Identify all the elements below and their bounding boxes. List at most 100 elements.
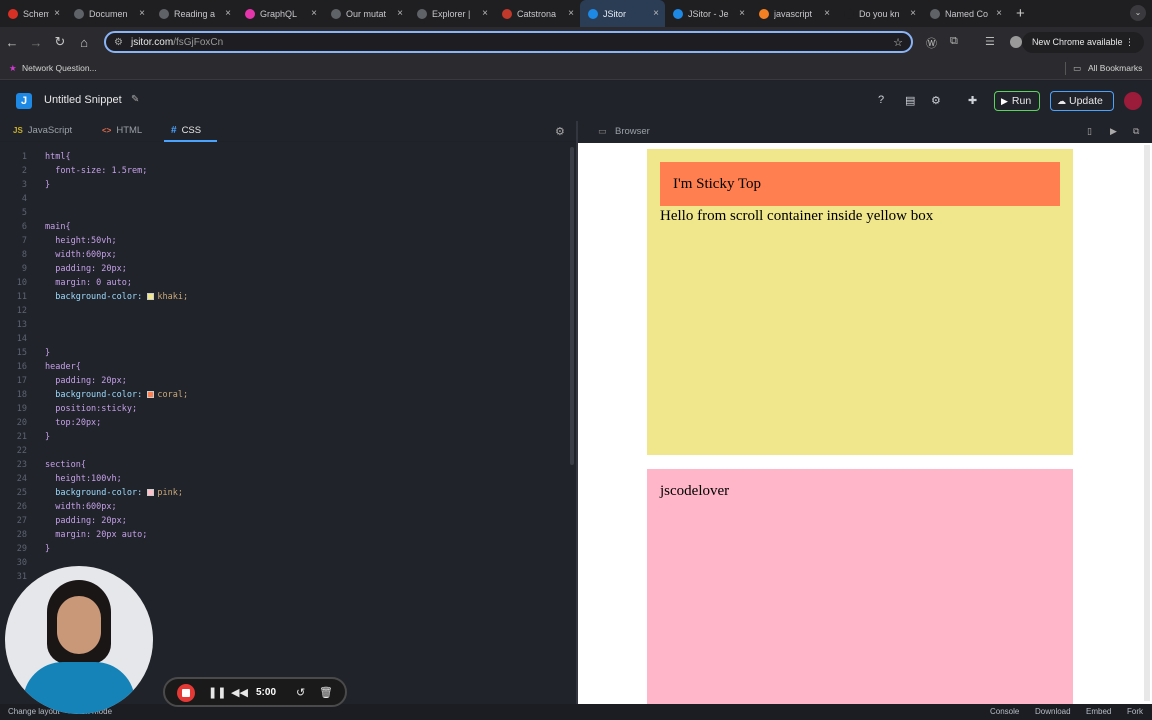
close-tab-icon[interactable]: × <box>139 8 145 19</box>
browser-tab[interactable]: GraphQL × <box>237 0 323 27</box>
code-text: height:100vh; <box>45 474 122 484</box>
close-tab-icon[interactable]: × <box>397 8 403 19</box>
new-chrome-available-button[interactable]: New Chrome available ⋮ <box>1021 32 1144 53</box>
snippet-title[interactable]: Untitled Snippet <box>44 94 122 106</box>
rewind-icon[interactable]: ◀◀ <box>231 686 248 699</box>
preview-run-icon[interactable]: ▶ <box>1110 126 1117 137</box>
browser-tab[interactable]: Catstrona × <box>494 0 580 27</box>
console-link[interactable]: Console <box>990 707 1019 716</box>
line-number: 24 <box>16 474 27 484</box>
jsitor-logo[interactable]: J <box>16 93 32 109</box>
settings-gear-icon[interactable]: ⚙ <box>931 94 941 107</box>
wordpress-extension-icon[interactable]: Ⓦ <box>926 35 937 51</box>
browser-tab[interactable]: javascript × <box>751 0 836 27</box>
close-tab-icon[interactable]: × <box>54 8 60 19</box>
run-button[interactable]: ▶ Run <box>994 91 1040 111</box>
browser-tab[interactable]: JSitor × <box>580 0 665 27</box>
mobile-view-icon[interactable]: ▯ <box>1087 126 1092 137</box>
help-icon[interactable]: ? <box>878 94 884 106</box>
restart-icon[interactable]: ↺ <box>296 686 305 699</box>
close-tab-icon[interactable]: × <box>653 8 659 19</box>
code-text: background-color: coral; <box>45 390 189 400</box>
preview-viewport[interactable]: I'm Sticky Top Hello from scroll contain… <box>578 143 1152 704</box>
profile-avatar[interactable] <box>1010 36 1022 48</box>
close-tab-icon[interactable]: × <box>910 8 916 19</box>
browser-tab[interactable]: Reading a × <box>151 0 237 27</box>
home-icon[interactable]: ⌂ <box>72 35 96 50</box>
tab-html-label: HTML <box>116 125 143 136</box>
browser-tab[interactable]: Do you kn × <box>836 0 922 27</box>
code-line: 17 padding: 20px; <box>0 374 560 388</box>
close-tab-icon[interactable]: × <box>225 8 231 19</box>
update-button[interactable]: ☁ Update <box>1050 91 1114 111</box>
bookmark-network-question[interactable]: Network Question... <box>22 63 97 73</box>
user-avatar[interactable] <box>1124 92 1142 110</box>
address-bar[interactable]: ⚙ jsitor.com/fsGjFoxCn ☆ <box>104 31 913 53</box>
tab-html[interactable]: <> HTML <box>102 125 142 136</box>
line-number: 6 <box>21 222 27 232</box>
browser-panel-header: ▭ Browser ▯ ▶ ⧉ <box>578 121 1152 143</box>
editor-settings-icon[interactable]: ⚙ <box>555 125 565 138</box>
document-icon[interactable]: ▤ <box>905 94 915 107</box>
code-line: 13 <box>0 318 560 332</box>
extensions-puzzle-icon[interactable]: ⧉ <box>950 35 958 48</box>
tab-css[interactable]: # CSS <box>171 125 201 136</box>
tab-search-icon[interactable]: ⌄ <box>1130 5 1146 21</box>
line-number: 2 <box>21 166 27 176</box>
browser-tab[interactable]: Explorer | × <box>409 0 494 27</box>
new-tab-icon[interactable]: + <box>1008 5 1033 22</box>
code-line: 3} <box>0 178 560 192</box>
code-text: width:600px; <box>45 250 117 260</box>
anthropic-icon <box>159 8 169 19</box>
reading-list-icon[interactable]: ☰ <box>985 35 995 48</box>
editor-scrollbar[interactable] <box>570 147 574 465</box>
close-tab-icon[interactable]: × <box>311 8 317 19</box>
close-tab-icon[interactable]: × <box>996 8 1002 19</box>
code-text: html{ <box>45 152 71 162</box>
line-number: 18 <box>16 390 27 400</box>
browser-tab[interactable]: Documen × <box>66 0 151 27</box>
anthropic-icon <box>331 8 341 19</box>
stop-recording-button[interactable] <box>177 684 195 702</box>
close-tab-icon[interactable]: × <box>482 8 488 19</box>
color-swatch[interactable] <box>147 293 155 300</box>
graphql-icon <box>245 8 255 19</box>
browser-tab-label: Catstrona <box>517 8 557 19</box>
forward-icon[interactable]: → <box>24 35 48 50</box>
cat-icon <box>502 8 512 19</box>
open-new-window-icon[interactable]: ⧉ <box>1133 126 1139 137</box>
browser-tab[interactable]: JSitor - Je × <box>665 0 751 27</box>
close-tab-icon[interactable]: × <box>739 8 745 19</box>
edit-title-icon[interactable]: ✎ <box>131 94 139 105</box>
preview-scrollbar[interactable] <box>1144 145 1150 701</box>
bookmark-star-icon[interactable]: ☆ <box>893 36 903 49</box>
packages-icon[interactable]: ✚ <box>968 94 977 107</box>
browser-tab[interactable]: Our mutat × <box>323 0 409 27</box>
close-tab-icon[interactable]: × <box>568 8 574 19</box>
code-line: 10 margin: 0 auto; <box>0 276 560 290</box>
line-number: 3 <box>21 180 27 190</box>
color-swatch[interactable] <box>147 391 155 398</box>
code-line: 5 <box>0 206 560 220</box>
code-line: 6 main{ <box>0 220 560 234</box>
browser-tab[interactable]: Schemas × <box>0 0 66 27</box>
line-number: 17 <box>16 376 27 386</box>
download-link[interactable]: Download <box>1035 707 1071 716</box>
all-bookmarks-link[interactable]: All Bookmarks <box>1088 63 1142 73</box>
delete-recording-icon[interactable]: 🗑 <box>319 686 333 699</box>
pause-icon[interactable]: ❚❚ <box>208 686 226 699</box>
close-tab-icon[interactable]: × <box>824 8 830 19</box>
reload-icon[interactable]: ↻ <box>48 34 72 50</box>
code-text: header{ <box>45 362 81 372</box>
back-icon[interactable]: ← <box>0 35 24 50</box>
tab-javascript[interactable]: JS JavaScript <box>13 125 72 136</box>
fork-link[interactable]: Fork <box>1127 707 1143 716</box>
embed-link[interactable]: Embed <box>1086 707 1111 716</box>
line-number: 11 <box>16 292 27 302</box>
globe-icon <box>844 8 854 19</box>
browser-tab[interactable]: Named Co × <box>922 0 1008 27</box>
browser-tab-label: Do you kn <box>859 8 900 19</box>
color-swatch[interactable] <box>147 489 155 496</box>
site-info-icon[interactable]: ⚙ <box>114 37 123 48</box>
line-number: 31 <box>16 572 27 582</box>
